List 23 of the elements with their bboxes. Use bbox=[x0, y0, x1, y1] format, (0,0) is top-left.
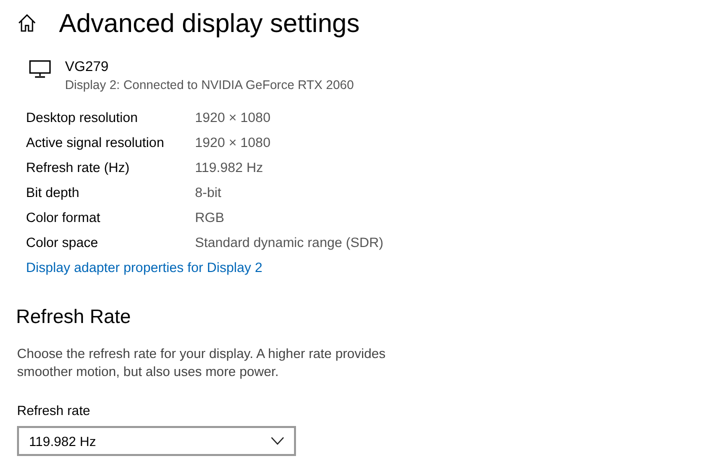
field-label: Refresh rate bbox=[16, 402, 92, 418]
info-value: 1920 × 1080 bbox=[195, 135, 270, 150]
info-value: 119.982 Hz bbox=[195, 160, 264, 175]
display-name: VG279 bbox=[65, 57, 110, 76]
section-description: Choose the refresh rate for your display. A higher rate provides smoother motion, but also uses more power. bbox=[16, 345, 387, 381]
info-value: RGB bbox=[195, 210, 224, 225]
adapter-properties-link[interactable]: Display adapter properties for Display 2 bbox=[26, 255, 262, 280]
page-title: Advanced display settings bbox=[59, 8, 360, 38]
info-value: 1920 × 1080 bbox=[195, 110, 270, 125]
info-label: Bit depth bbox=[26, 185, 80, 200]
chevron-icon bbox=[271, 437, 284, 445]
info-label: Refresh rate (Hz) bbox=[26, 160, 131, 175]
home-icon[interactable] bbox=[17, 13, 37, 33]
info-label: Color space bbox=[26, 235, 100, 250]
refresh-rate-dropdown[interactable]: 119.982 Hz bbox=[17, 426, 296, 456]
monitor-icon bbox=[29, 60, 51, 78]
info-label: Color format bbox=[26, 210, 102, 225]
info-label: Active signal resolution bbox=[26, 135, 166, 150]
info-value: 8-bit bbox=[195, 185, 222, 200]
info-value: Standard dynamic range (SDR) bbox=[195, 235, 384, 250]
info-label: Desktop resolution bbox=[26, 110, 139, 125]
display-subtitle: Display 2: Connected to NVIDIA GeForce RTX 2060 bbox=[65, 77, 354, 94]
section-heading: Refresh Rate bbox=[15, 305, 132, 329]
